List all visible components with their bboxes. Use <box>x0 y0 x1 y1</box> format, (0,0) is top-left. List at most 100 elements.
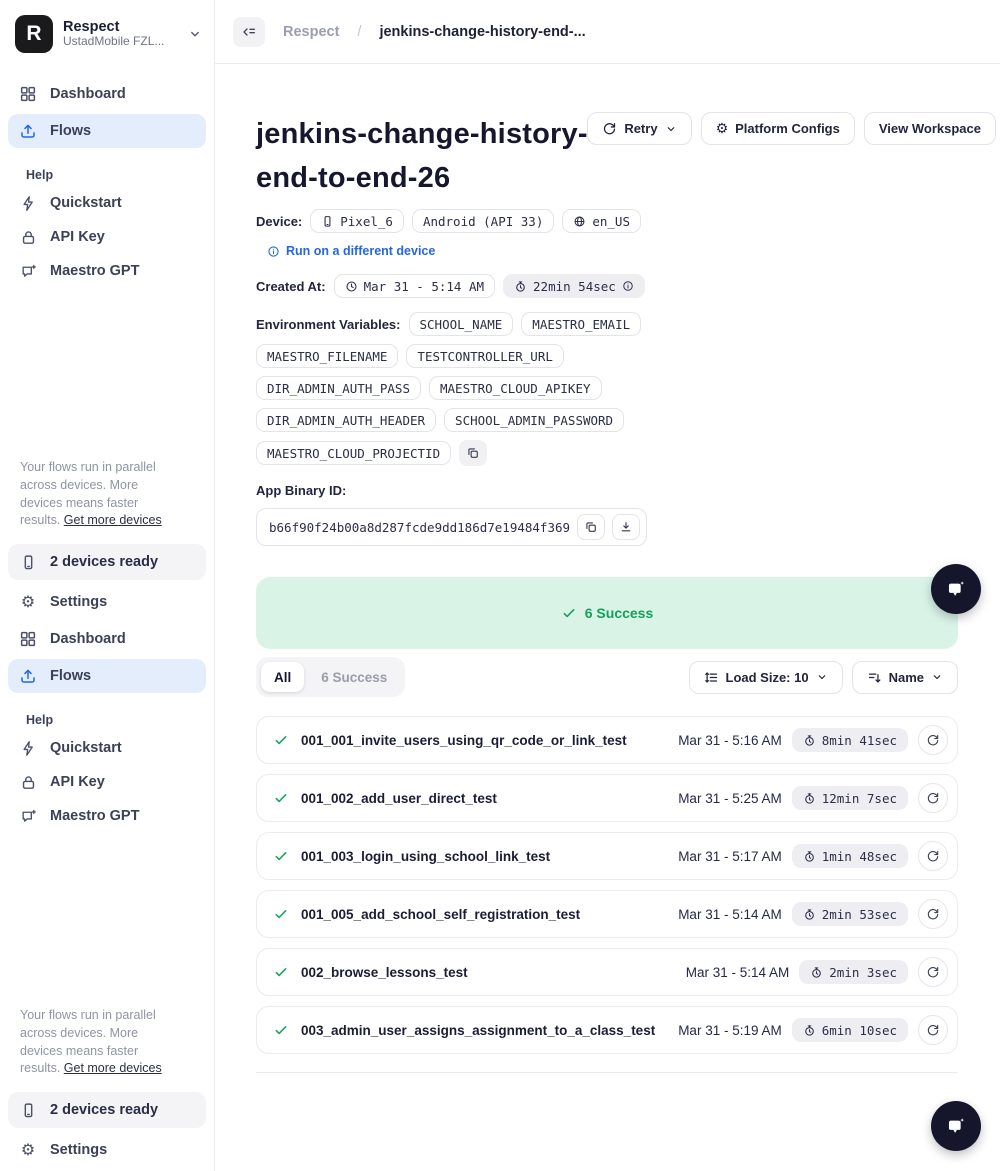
sidebar-item-settings[interactable]: ⚙ Settings <box>8 585 206 619</box>
phone-icon <box>18 554 38 571</box>
env-var-chip: MAESTRO_CLOUD_PROJECTID <box>256 441 452 466</box>
topbar: Respect / jenkins-change-history-end-... <box>215 0 1000 64</box>
sidebar-section-help-2: Help <box>26 713 54 727</box>
retry-flow-button[interactable] <box>918 957 948 988</box>
flow-row[interactable]: 001_002_add_user_direct_test Mar 31 - 5:… <box>256 774 958 823</box>
retry-icon <box>927 851 939 862</box>
info-icon <box>623 281 633 291</box>
retry-flow-button[interactable] <box>918 783 948 814</box>
devices-promo-text: Your flows run in parallel across device… <box>20 459 172 530</box>
stopwatch-icon <box>516 281 525 292</box>
flow-row[interactable]: 001_003_login_using_school_link_test Mar… <box>256 832 958 881</box>
device-name: Pixel_6 <box>340 213 393 229</box>
flow-row[interactable]: 003_admin_user_assigns_assignment_to_a_c… <box>256 1006 958 1055</box>
stopwatch-icon <box>804 793 814 804</box>
flow-duration: 12min 7sec <box>821 790 897 806</box>
get-more-devices-link[interactable]: Get more devices <box>64 513 162 527</box>
retry-flow-button[interactable] <box>918 841 948 872</box>
devices-ready-status[interactable]: 2 devices ready <box>8 544 206 580</box>
retry-flow-button[interactable] <box>918 725 948 756</box>
sidebar-item-flows-2[interactable]: Flows <box>8 659 206 693</box>
load-size-label: Load Size: 10 <box>725 669 809 685</box>
sort-label: Name <box>888 669 924 685</box>
flow-duration-chip: 2min 53sec <box>791 902 908 927</box>
flow-row-meta: Mar 31 - 5:17 AM 1min 48sec <box>678 841 948 872</box>
sidebar-item-maestro-gpt-2[interactable]: Maestro GPT <box>8 799 206 833</box>
flow-row[interactable]: 001_001_invite_users_using_qr_code_or_li… <box>256 716 958 765</box>
device-locale: en_US <box>592 213 630 229</box>
flow-date: Mar 31 - 5:17 AM <box>678 848 782 864</box>
flow-date: Mar 31 - 5:25 AM <box>678 790 782 806</box>
sidebar-item-maestro-gpt[interactable]: Maestro GPT <box>8 254 206 288</box>
flow-row[interactable]: 002_browse_lessons_test Mar 31 - 5:14 AM… <box>256 948 958 997</box>
retry-icon <box>604 123 616 135</box>
workspace-names: Respect UstadMobile FZL... <box>63 19 164 49</box>
sidebar-nav-secondary: ⚙ Settings Dashboard Flows Help Quicksta… <box>0 585 214 833</box>
dashboard-grid-icon <box>18 630 38 648</box>
app-root: R Respect UstadMobile FZL... Dashboard F… <box>0 0 1000 1171</box>
created-label: Created At: <box>256 278 326 294</box>
list-controls: Load Size: 10 Name <box>688 660 958 694</box>
check-icon <box>275 736 287 745</box>
copy-binary-id-button[interactable] <box>577 514 606 541</box>
retry-label: Retry <box>624 121 658 136</box>
gear-icon: ⚙ <box>20 1140 36 1159</box>
sort-dropdown[interactable]: Name <box>851 660 958 694</box>
flow-duration: 2min 53sec <box>821 906 897 922</box>
retry-flow-button[interactable] <box>918 899 948 930</box>
org-name: UstadMobile FZL... <box>63 34 165 49</box>
header-actions: Retry ⚙ Platform Configs View Workspace <box>587 112 996 145</box>
run-different-device-label: Run on a different device <box>286 244 436 259</box>
stopwatch-icon <box>804 909 814 920</box>
tab-all[interactable]: All <box>261 662 305 693</box>
sidebar-item-label: Quickstart <box>50 740 122 756</box>
get-more-devices-link[interactable]: Get more devices <box>64 1061 162 1075</box>
sidebar-item-settings-2[interactable]: ⚙ Settings <box>8 1133 206 1167</box>
view-workspace-label: View Workspace <box>878 121 981 136</box>
env-label: Environment Variables: <box>256 316 401 332</box>
sidebar-item-quickstart[interactable]: Quickstart <box>8 186 206 220</box>
clock-icon <box>346 281 357 292</box>
check-icon <box>563 609 575 618</box>
sidebar-item-label: Quickstart <box>50 195 122 211</box>
run-different-device-link[interactable]: Run on a different device <box>267 244 958 258</box>
workspace-switcher[interactable]: R Respect UstadMobile FZL... <box>0 0 214 61</box>
retry-flow-button[interactable] <box>918 1015 948 1046</box>
flow-duration-chip: 2min 3sec <box>799 960 908 985</box>
tab-success[interactable]: 6 Success <box>308 662 400 692</box>
chat-assistant-button[interactable] <box>931 564 981 614</box>
sidebar-item-api-key[interactable]: API Key <box>8 220 206 254</box>
app-binary-id: b66f90f24b00a8d287fcde9dd186d7e19484f369 <box>269 519 571 535</box>
breadcrumb-workspace[interactable]: Respect <box>283 24 339 40</box>
flow-duration: 6min 10sec <box>821 1022 897 1038</box>
stopwatch-icon <box>812 967 822 978</box>
sidebar-item-dashboard[interactable]: Dashboard <box>8 77 206 111</box>
retry-icon <box>927 793 939 804</box>
collapse-sidebar-button[interactable] <box>233 16 265 47</box>
flow-row-meta: Mar 31 - 5:25 AM 12min 7sec <box>678 783 948 814</box>
view-workspace-button[interactable]: View Workspace <box>863 112 996 145</box>
load-size-dropdown[interactable]: Load Size: 10 <box>688 660 843 694</box>
list-end-divider <box>256 1072 958 1074</box>
retry-button[interactable]: Retry <box>587 112 692 145</box>
sidebar-item-quickstart-2[interactable]: Quickstart <box>8 731 206 765</box>
retry-icon <box>927 1025 939 1036</box>
flow-row[interactable]: 001_005_add_school_self_registration_tes… <box>256 890 958 939</box>
sidebar-item-label: Dashboard <box>50 86 126 102</box>
chat-sparkle-icon <box>948 1115 967 1133</box>
sidebar-item-api-key-2[interactable]: API Key <box>8 765 206 799</box>
sidebar-item-flows[interactable]: Flows <box>8 114 206 148</box>
page-title: jenkins-change-history-end-to-end-26 <box>256 118 588 195</box>
download-binary-button[interactable] <box>612 514 641 541</box>
sidebar-item-label: Flows <box>50 668 92 684</box>
flow-results-list: 001_001_invite_users_using_qr_code_or_li… <box>256 716 958 1055</box>
sidebar-item-dashboard-2[interactable]: Dashboard <box>8 622 206 656</box>
devices-ready-status-2[interactable]: 2 devices ready <box>8 1092 206 1128</box>
workspace-logo: R <box>15 15 53 53</box>
device-label: Device: <box>256 213 303 229</box>
chat-assistant-button-2[interactable] <box>931 1101 981 1151</box>
copy-env-vars-button[interactable] <box>459 440 488 467</box>
platform-configs-button[interactable]: ⚙ Platform Configs <box>700 112 855 145</box>
